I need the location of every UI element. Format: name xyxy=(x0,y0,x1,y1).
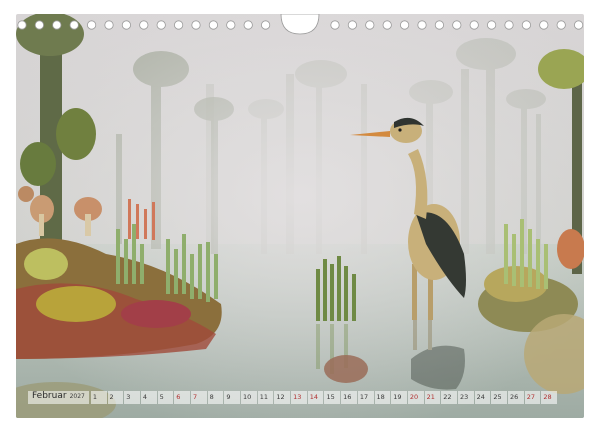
day-cell: 19 xyxy=(391,391,407,404)
day-cell: 7 xyxy=(190,391,207,404)
binding-hole xyxy=(573,20,584,30)
day-cell: 11 xyxy=(257,391,274,404)
day-number: 15 xyxy=(326,393,335,401)
day-cell: 20 xyxy=(407,391,424,404)
binding-hole xyxy=(382,20,392,30)
binding-hole xyxy=(243,20,253,30)
day-number: 20 xyxy=(409,393,419,401)
binding-hole xyxy=(121,20,132,30)
day-number: 8 xyxy=(209,393,214,401)
spiral-binding xyxy=(17,14,584,35)
day-number: 18 xyxy=(376,393,385,401)
day-number: 16 xyxy=(343,393,352,401)
day-number: 11 xyxy=(259,393,268,401)
binding-hole xyxy=(539,20,549,30)
day-cell: 24 xyxy=(474,391,491,404)
day-number: 24 xyxy=(476,393,485,401)
month-label: Februar 2027 xyxy=(28,391,89,404)
day-number: 22 xyxy=(443,393,452,401)
day-cell: 10 xyxy=(241,391,257,404)
binding-hole xyxy=(87,20,97,30)
binding-hole xyxy=(399,20,410,30)
binding-hole xyxy=(521,20,532,30)
day-cell: 21 xyxy=(424,391,441,404)
day-number: 7 xyxy=(192,393,198,401)
day-cell: 6 xyxy=(174,391,190,404)
day-number: 6 xyxy=(176,393,181,401)
binding-hole xyxy=(69,20,79,30)
binding-hole xyxy=(469,20,479,30)
day-number: 12 xyxy=(276,393,285,401)
day-number: 1 xyxy=(92,393,97,401)
binding-hole xyxy=(260,20,271,30)
day-number: 14 xyxy=(309,393,319,401)
binding-hole xyxy=(347,20,357,30)
day-cell: 13 xyxy=(291,391,307,404)
day-cell: 5 xyxy=(157,391,174,404)
day-cell: 2 xyxy=(107,391,124,404)
day-number: 27 xyxy=(526,393,535,401)
day-cell: 9 xyxy=(224,391,241,404)
binding-hole xyxy=(417,20,427,30)
binding-hole xyxy=(156,20,166,30)
binding-hole xyxy=(139,20,149,30)
day-cell: 17 xyxy=(357,391,374,404)
day-cell: 25 xyxy=(491,391,508,404)
day-number: 17 xyxy=(359,393,369,401)
day-number: 5 xyxy=(159,393,164,401)
binding-hole xyxy=(486,20,497,30)
day-cell: 22 xyxy=(441,391,457,404)
day-number: 13 xyxy=(293,393,302,401)
day-number: 2 xyxy=(109,393,114,401)
binding-hole xyxy=(556,20,566,30)
calendar-page: Februar 2027 1 2 3 4 5 6 7 8 9 10 11 12 13 14 15 16 17 18… xyxy=(0,0,600,432)
binding-hole xyxy=(452,20,462,30)
binding-hole xyxy=(330,20,340,30)
day-cell: 14 xyxy=(307,391,324,404)
day-number: 10 xyxy=(243,393,252,401)
day-number: 25 xyxy=(493,393,502,401)
day-number: 23 xyxy=(459,393,469,401)
day-number: 9 xyxy=(226,393,231,401)
day-cell: 18 xyxy=(374,391,391,404)
day-cell: 1 xyxy=(90,391,107,404)
day-cell: 4 xyxy=(140,391,157,404)
day-cell: 23 xyxy=(457,391,474,404)
binding-hole xyxy=(365,20,375,30)
binding-hole xyxy=(34,20,45,30)
binding-hole xyxy=(226,20,236,30)
day-number: 4 xyxy=(142,393,148,401)
binding-hole xyxy=(174,20,184,30)
binding-hole xyxy=(208,20,218,30)
day-cell: 28 xyxy=(541,391,558,404)
binding-hole xyxy=(52,20,62,30)
hanger-notch xyxy=(280,14,320,35)
day-number: 26 xyxy=(510,393,519,401)
day-cell: 15 xyxy=(324,391,341,404)
photo-illustration xyxy=(16,14,584,418)
day-cell: 8 xyxy=(207,391,224,404)
day-cell: 26 xyxy=(508,391,524,404)
day-cell: 3 xyxy=(124,391,140,404)
calendar-strip: Februar 2027 1 2 3 4 5 6 7 8 9 10 11 12 13 14 15 16 17 18… xyxy=(28,390,573,405)
day-number: 19 xyxy=(393,393,402,401)
day-cell: 12 xyxy=(274,391,291,404)
calendar-photo xyxy=(16,14,584,418)
day-number: 3 xyxy=(126,393,131,401)
binding-hole xyxy=(104,20,114,30)
binding-hole xyxy=(191,20,201,30)
year-label: 2027 xyxy=(69,393,85,400)
binding-hole xyxy=(504,20,514,30)
day-cell: 16 xyxy=(341,391,357,404)
day-number: 28 xyxy=(543,393,552,401)
binding-hole xyxy=(434,20,444,30)
binding-hole xyxy=(17,20,27,30)
month-name: Februar xyxy=(32,391,67,401)
day-number: 21 xyxy=(426,393,435,401)
days-row: 1 2 3 4 5 6 7 8 9 10 11 12 13 14 15 16 17 18 19 20 21 22 23 24 2… xyxy=(90,391,558,404)
day-cell: 27 xyxy=(524,391,541,404)
